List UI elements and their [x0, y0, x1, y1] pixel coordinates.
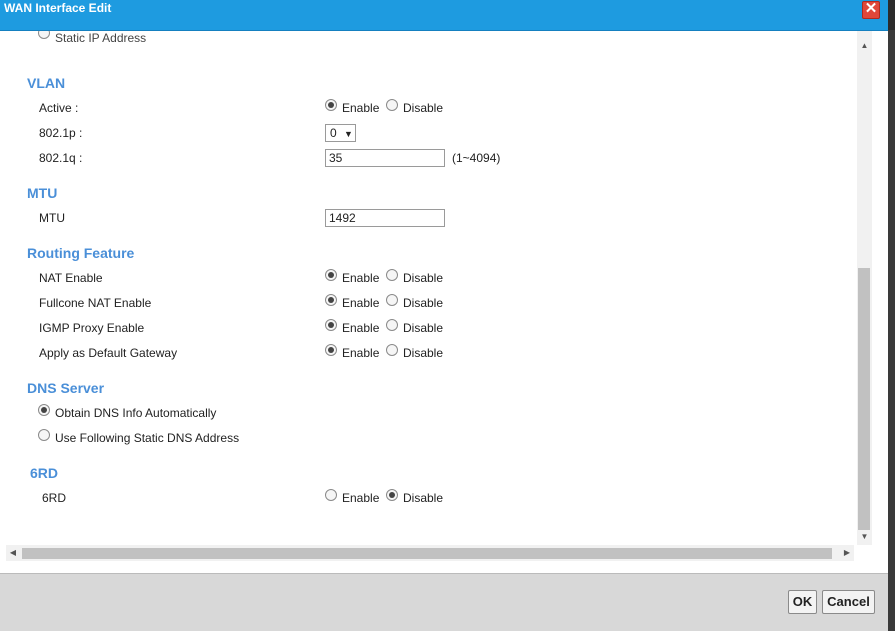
p8021-label: 802.1p : — [39, 126, 83, 140]
close-icon[interactable]: ✕ — [862, 1, 880, 19]
igmp-label: IGMP Proxy Enable — [39, 321, 145, 335]
vertical-scrollbar[interactable]: ▲ ▼ — [857, 31, 872, 545]
nat-enable-label: Enable — [342, 271, 380, 285]
fullcone-disable-label: Disable — [403, 296, 444, 310]
static-ip-label: Static IP Address — [55, 31, 147, 45]
default-gateway-enable-radio[interactable] — [325, 344, 337, 356]
active-enable-label: Enable — [342, 101, 380, 115]
mtu-label: MTU — [39, 211, 65, 225]
default-gateway-enable-label: Enable — [342, 346, 380, 360]
active-label: Active : — [39, 101, 79, 115]
fullcone-enable-label: Enable — [342, 296, 380, 310]
dns-static-radio[interactable] — [38, 429, 50, 441]
active-enable-radio[interactable] — [325, 99, 337, 111]
horizontal-scrollbar[interactable]: ◀ ▶ — [6, 545, 854, 561]
nat-enable-radio[interactable] — [325, 269, 337, 281]
igmp-enable-label: Enable — [342, 321, 380, 335]
active-disable-radio[interactable] — [386, 99, 398, 111]
section-title-6rd: 6RD — [30, 465, 59, 481]
default-gateway-disable-radio[interactable] — [386, 344, 398, 356]
sixrd-disable-radio[interactable] — [386, 489, 398, 501]
wan-interface-edit-dialog: WAN Interface Edit ✕ Static IP Address V… — [0, 0, 888, 631]
q8021-label: 802.1q : — [39, 151, 83, 165]
dns-static-label: Use Following Static DNS Address — [55, 431, 240, 445]
default-gateway-label: Apply as Default Gateway — [39, 346, 178, 360]
vertical-scroll-thumb[interactable] — [858, 268, 870, 530]
scroll-up-icon[interactable]: ▲ — [857, 39, 872, 53]
static-ip-radio[interactable] — [38, 31, 50, 39]
mtu-input[interactable]: 1492 — [325, 209, 445, 227]
fullcone-disable-radio[interactable] — [386, 294, 398, 306]
sixrd-label: 6RD — [42, 491, 67, 505]
q8021-input[interactable]: 35 — [325, 149, 445, 167]
chevron-down-icon: ▼ — [344, 129, 353, 139]
default-gateway-disable-label: Disable — [403, 346, 444, 360]
background-window-edge — [888, 30, 895, 631]
igmp-disable-radio[interactable] — [386, 319, 398, 331]
nat-disable-label: Disable — [403, 271, 444, 285]
nat-disable-radio[interactable] — [386, 269, 398, 281]
horizontal-scroll-thumb[interactable] — [22, 548, 832, 559]
dialog-footer: OK Cancel — [0, 573, 888, 631]
scroll-left-icon[interactable]: ◀ — [6, 546, 20, 560]
igmp-disable-label: Disable — [403, 321, 444, 335]
fullcone-label: Fullcone NAT Enable — [39, 296, 152, 310]
active-disable-label: Disable — [403, 101, 444, 115]
section-title-vlan: VLAN — [27, 75, 66, 91]
dns-auto-label: Obtain DNS Info Automatically — [55, 406, 217, 420]
igmp-enable-radio[interactable] — [325, 319, 337, 331]
p8021-select[interactable]: 0 ▼ — [325, 124, 356, 142]
nat-label: NAT Enable — [39, 271, 103, 285]
dns-auto-radio[interactable] — [38, 404, 50, 416]
ok-button[interactable]: OK — [788, 590, 817, 614]
q8021-range-hint: (1~4094) — [452, 151, 501, 165]
p8021-value: 0 — [330, 126, 337, 140]
sixrd-enable-radio[interactable] — [325, 489, 337, 501]
section-title-dns: DNS Server — [27, 380, 105, 396]
scroll-down-icon[interactable]: ▼ — [857, 530, 872, 544]
cancel-button[interactable]: Cancel — [822, 590, 875, 614]
title-bar: WAN Interface Edit ✕ — [0, 0, 888, 31]
form-content: Static IP Address VLAN Active : Enable D… — [0, 31, 857, 545]
sixrd-disable-label: Disable — [403, 491, 444, 505]
section-title-mtu: MTU — [27, 185, 58, 201]
fullcone-enable-radio[interactable] — [325, 294, 337, 306]
dialog-title: WAN Interface Edit — [4, 1, 112, 15]
section-title-routing: Routing Feature — [27, 245, 135, 261]
scroll-right-icon[interactable]: ▶ — [840, 546, 854, 560]
sixrd-enable-label: Enable — [342, 491, 380, 505]
